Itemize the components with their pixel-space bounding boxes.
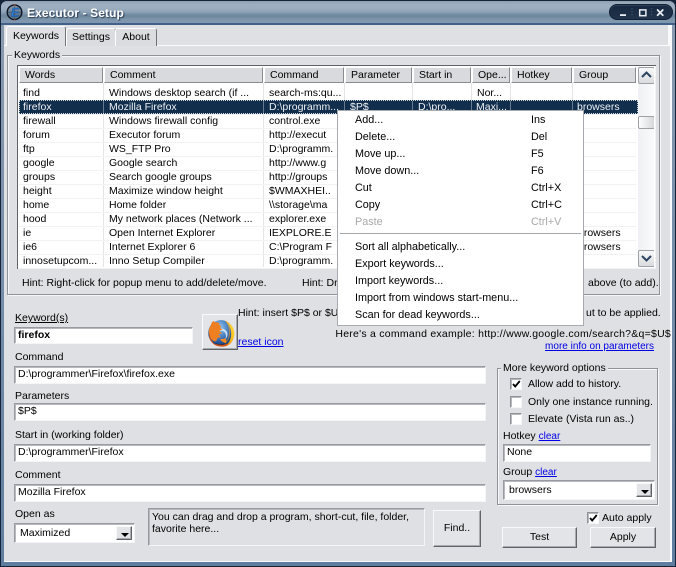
svg-text:E: E: [11, 6, 20, 20]
